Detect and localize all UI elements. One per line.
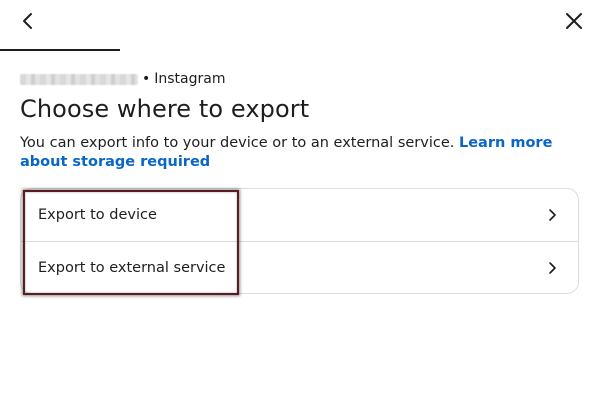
export-to-external-service-option[interactable]: Export to external service [21, 241, 578, 293]
page-description: You can export info to your device or to… [20, 134, 580, 172]
account-platform: Instagram [154, 71, 226, 87]
close-button[interactable] [556, 6, 592, 36]
chevron-left-icon [23, 13, 32, 29]
chevron-right-icon [549, 262, 556, 274]
description-text: You can export info to your device or to… [20, 135, 455, 151]
step-progress-indicator [0, 49, 120, 51]
account-separator: • [142, 71, 151, 87]
option-label: Export to device [38, 207, 157, 223]
close-icon [566, 13, 582, 29]
export-to-device-option[interactable]: Export to device [21, 189, 578, 241]
back-button[interactable] [10, 6, 46, 36]
export-options-list: Export to device Export to external serv… [20, 188, 579, 294]
chevron-right-icon [549, 209, 556, 221]
account-info: • Instagram [20, 69, 226, 89]
account-name-redacted [20, 73, 138, 85]
option-label: Export to external service [38, 260, 226, 276]
export-dialog: • Instagram Choose where to export You c… [0, 0, 600, 400]
dialog-header [0, 0, 600, 51]
page-title: Choose where to export [20, 95, 310, 123]
